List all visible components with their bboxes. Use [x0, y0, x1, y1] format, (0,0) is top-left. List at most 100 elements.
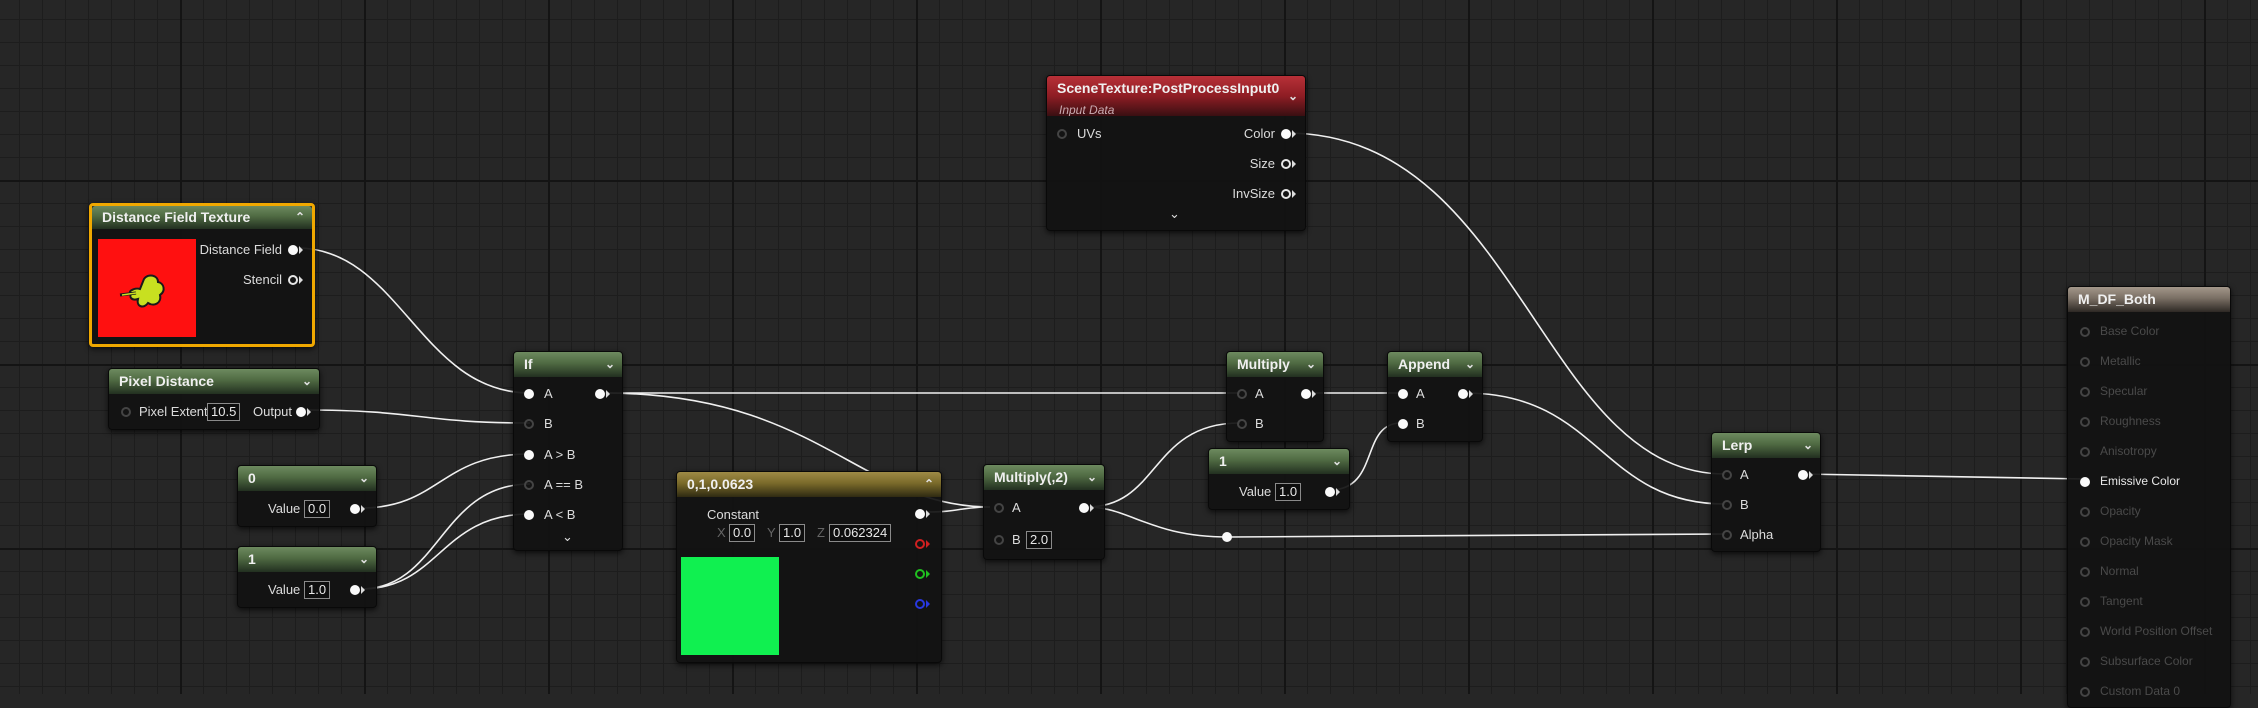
node-header[interactable]: Pixel Distance ⌄ [109, 369, 319, 394]
material-input-pin[interactable] [2080, 537, 2090, 547]
material-input-pin[interactable] [2080, 447, 2090, 457]
node-header[interactable]: If ⌄ [514, 352, 622, 377]
output-pin[interactable] [1798, 470, 1808, 480]
node-scene-texture[interactable]: SceneTexture:PostProcessInput0 Input Dat… [1046, 75, 1306, 231]
input-pin-b[interactable] [994, 535, 1004, 545]
collapse-chevron-icon[interactable]: ⌄ [605, 352, 615, 377]
input-label-b: B [544, 416, 553, 431]
input-pin-uvs[interactable] [1057, 129, 1067, 139]
value-input[interactable]: 1.0 [1275, 483, 1302, 501]
node-header[interactable]: 1 ⌄ [1209, 449, 1349, 474]
node-header[interactable]: 1 ⌄ [238, 547, 376, 572]
expand-chevron-icon[interactable]: ⌄ [562, 529, 573, 545]
output-pin[interactable] [296, 407, 306, 417]
value-input[interactable]: 1.0 [304, 581, 331, 599]
expand-chevron-icon[interactable]: ⌄ [1169, 206, 1180, 222]
pixel-extent-input[interactable]: 10.5 [207, 403, 241, 421]
input-pin-a[interactable] [994, 503, 1004, 513]
output-pin-g[interactable] [915, 569, 925, 579]
output-pin[interactable] [595, 389, 605, 399]
b-input[interactable]: 2.0 [1026, 531, 1053, 549]
output-pin-r[interactable] [915, 539, 925, 549]
material-input-pin[interactable] [2080, 417, 2090, 427]
value-input[interactable]: 0.0 [304, 500, 331, 518]
collapse-chevron-icon[interactable]: ⌄ [302, 369, 312, 394]
material-input-pin[interactable] [2080, 477, 2090, 487]
material-input-pin[interactable] [2080, 357, 2090, 367]
collapse-chevron-icon[interactable]: ⌄ [1087, 465, 1097, 490]
output-pin-stencil[interactable] [288, 275, 298, 285]
material-input-pin[interactable] [2080, 567, 2090, 577]
output-pin-size[interactable] [1281, 159, 1291, 169]
input-pin-a-eq-b[interactable] [524, 480, 534, 490]
collapse-chevron-icon[interactable]: ⌄ [1306, 352, 1316, 377]
node-constant-zero[interactable]: 0 ⌄ Value 0.0 [237, 465, 377, 527]
collapse-chevron-icon[interactable]: ⌄ [359, 466, 369, 491]
collapse-chevron-icon[interactable]: ⌃ [295, 206, 305, 229]
material-input-pin[interactable] [2080, 507, 2090, 517]
collapse-chevron-icon[interactable]: ⌄ [1288, 84, 1298, 109]
material-input-pin[interactable] [2080, 657, 2090, 667]
node-if[interactable]: If ⌄ A B A > B A == B A < B ⌄ [513, 351, 623, 551]
input-pin-a[interactable] [1722, 470, 1732, 480]
input-pin-a[interactable] [524, 389, 534, 399]
node-constant-one-b[interactable]: 1 ⌄ Value 1.0 [1208, 448, 1350, 510]
y-input[interactable]: 1.0 [779, 524, 806, 542]
x-input[interactable]: 0.0 [729, 524, 756, 542]
output-pin-invsize[interactable] [1281, 189, 1291, 199]
output-pin[interactable] [350, 585, 360, 595]
input-pin-pixel-extent[interactable] [121, 407, 131, 417]
node-multiply[interactable]: Multiply ⌄ A B [1226, 351, 1324, 442]
node-constant-one[interactable]: 1 ⌄ Value 1.0 [237, 546, 377, 608]
input-pin-b[interactable] [1722, 500, 1732, 510]
output-pin-color[interactable] [1281, 129, 1291, 139]
collapse-chevron-icon[interactable]: ⌄ [1332, 449, 1342, 474]
input-pin-b[interactable] [1398, 419, 1408, 429]
z-input[interactable]: 0.062324 [829, 524, 892, 542]
node-header[interactable]: M_DF_Both [2068, 287, 2230, 312]
collapse-chevron-icon[interactable]: ⌄ [1803, 433, 1813, 458]
node-material-result[interactable]: M_DF_Both Base Color Metallic Specular Roug… [2067, 286, 2231, 708]
material-input-pin[interactable] [2080, 387, 2090, 397]
node-header[interactable]: SceneTexture:PostProcessInput0 Input Dat… [1047, 76, 1305, 116]
collapse-chevron-icon[interactable]: ⌄ [1465, 352, 1475, 377]
node-title: Append [1398, 356, 1451, 372]
input-pin-b[interactable] [524, 419, 534, 429]
input-pin-a[interactable] [1398, 389, 1408, 399]
node-header[interactable]: 0 ⌄ [238, 466, 376, 491]
input-pin-alpha[interactable] [1722, 530, 1732, 540]
node-header[interactable]: Multiply(,2) ⌄ [984, 465, 1104, 490]
node-distance-field-texture[interactable]: Distance Field Texture ⌃ Distance Field … [89, 203, 315, 347]
collapse-chevron-icon[interactable]: ⌃ [924, 472, 934, 497]
node-lerp[interactable]: Lerp ⌄ A B Alpha [1711, 432, 1821, 552]
output-pin[interactable] [350, 504, 360, 514]
output-pin[interactable] [1325, 487, 1335, 497]
material-input-pin[interactable] [2080, 627, 2090, 637]
node-pixel-distance[interactable]: Pixel Distance ⌄ Pixel Extent 10.5 Outpu… [108, 368, 320, 430]
node-header[interactable]: Distance Field Texture ⌃ [92, 206, 312, 229]
output-pin-b[interactable] [915, 599, 925, 609]
output-pin-rgb[interactable] [915, 509, 925, 519]
input-pin-a-lt-b[interactable] [524, 510, 534, 520]
output-pin[interactable] [1079, 503, 1089, 513]
material-input-pin[interactable] [2080, 687, 2090, 697]
node-vector-constant[interactable]: 0,1,0.0623 ⌃ Constant X 0.0 Y 1.0 Z 0.06… [676, 471, 942, 663]
node-multiply-2[interactable]: Multiply(,2) ⌄ A B 2.0 [983, 464, 1105, 560]
node-header[interactable]: 0,1,0.0623 ⌃ [677, 472, 941, 497]
node-header[interactable]: Multiply ⌄ [1227, 352, 1323, 377]
node-header[interactable]: Lerp ⌄ [1712, 433, 1820, 458]
node-header[interactable]: Append ⌄ [1388, 352, 1482, 377]
output-pin-distance-field[interactable] [288, 245, 298, 255]
output-pin[interactable] [1301, 389, 1311, 399]
reroute-node[interactable] [1222, 532, 1232, 542]
input-pin-b[interactable] [1237, 419, 1247, 429]
input-label-alpha: Alpha [1740, 527, 1774, 542]
input-pin-a-gt-b[interactable] [524, 450, 534, 460]
material-input-pin[interactable] [2080, 327, 2090, 337]
output-pin[interactable] [1458, 389, 1468, 399]
material-input-pin[interactable] [2080, 597, 2090, 607]
collapse-chevron-icon[interactable]: ⌄ [359, 547, 369, 572]
input-label-a: A [1740, 467, 1749, 482]
node-append[interactable]: Append ⌄ A B [1387, 351, 1483, 442]
input-pin-a[interactable] [1237, 389, 1247, 399]
